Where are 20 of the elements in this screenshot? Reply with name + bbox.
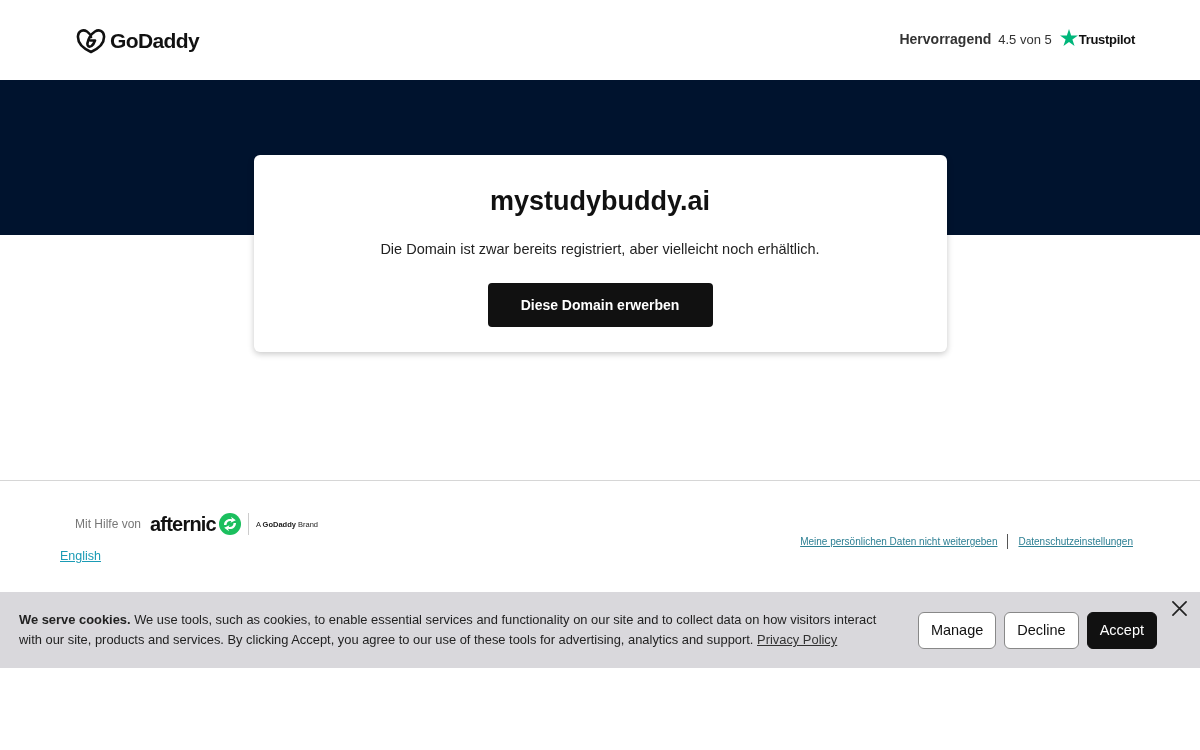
buy-domain-button[interactable]: Diese Domain erwerben [487,283,713,327]
accept-button[interactable]: Accept [1086,611,1157,649]
footer-link[interactable]: Meine persönlichen Daten nicht weitergeben [800,536,998,547]
cookie-button[interactable]: Manage [917,611,997,649]
privacy-policy-link[interactable]: Privacy Policy [757,632,838,647]
arrows-circle-icon [218,513,241,535]
powered-by-text: Mit Hilfe von [75,517,142,531]
close-icon[interactable] [1172,601,1187,616]
rating-provider: Trustpilot [1078,31,1135,47]
cookie-message: We serve cookies. We use tools, such as cookies, to enable essential services and functionality on our site and to collect data on how visitors interact with our site, products and services. By clicking Accept, you agree to our use of these tools for advertising, analytics and support. Privacy Policy [19,611,878,649]
rating-score: 4.5 von 5 [998,31,1052,47]
partner-wordmark: afternic [150,512,216,536]
rating-label: Hervorragend [899,31,992,47]
footer-link[interactable]: Datenschutzeinstellungen [1018,536,1133,547]
star-icon [1059,29,1078,46]
logo-wordmark: GoDaddy [110,27,200,54]
domain-status-text: Die Domain ist zwar bereits registriert, aber vielleicht noch erhältlich. [380,240,820,259]
cookie-button[interactable]: Decline [1004,611,1079,649]
domain-name: mystudybuddy.ai [489,185,710,217]
logo-icon [76,27,106,54]
